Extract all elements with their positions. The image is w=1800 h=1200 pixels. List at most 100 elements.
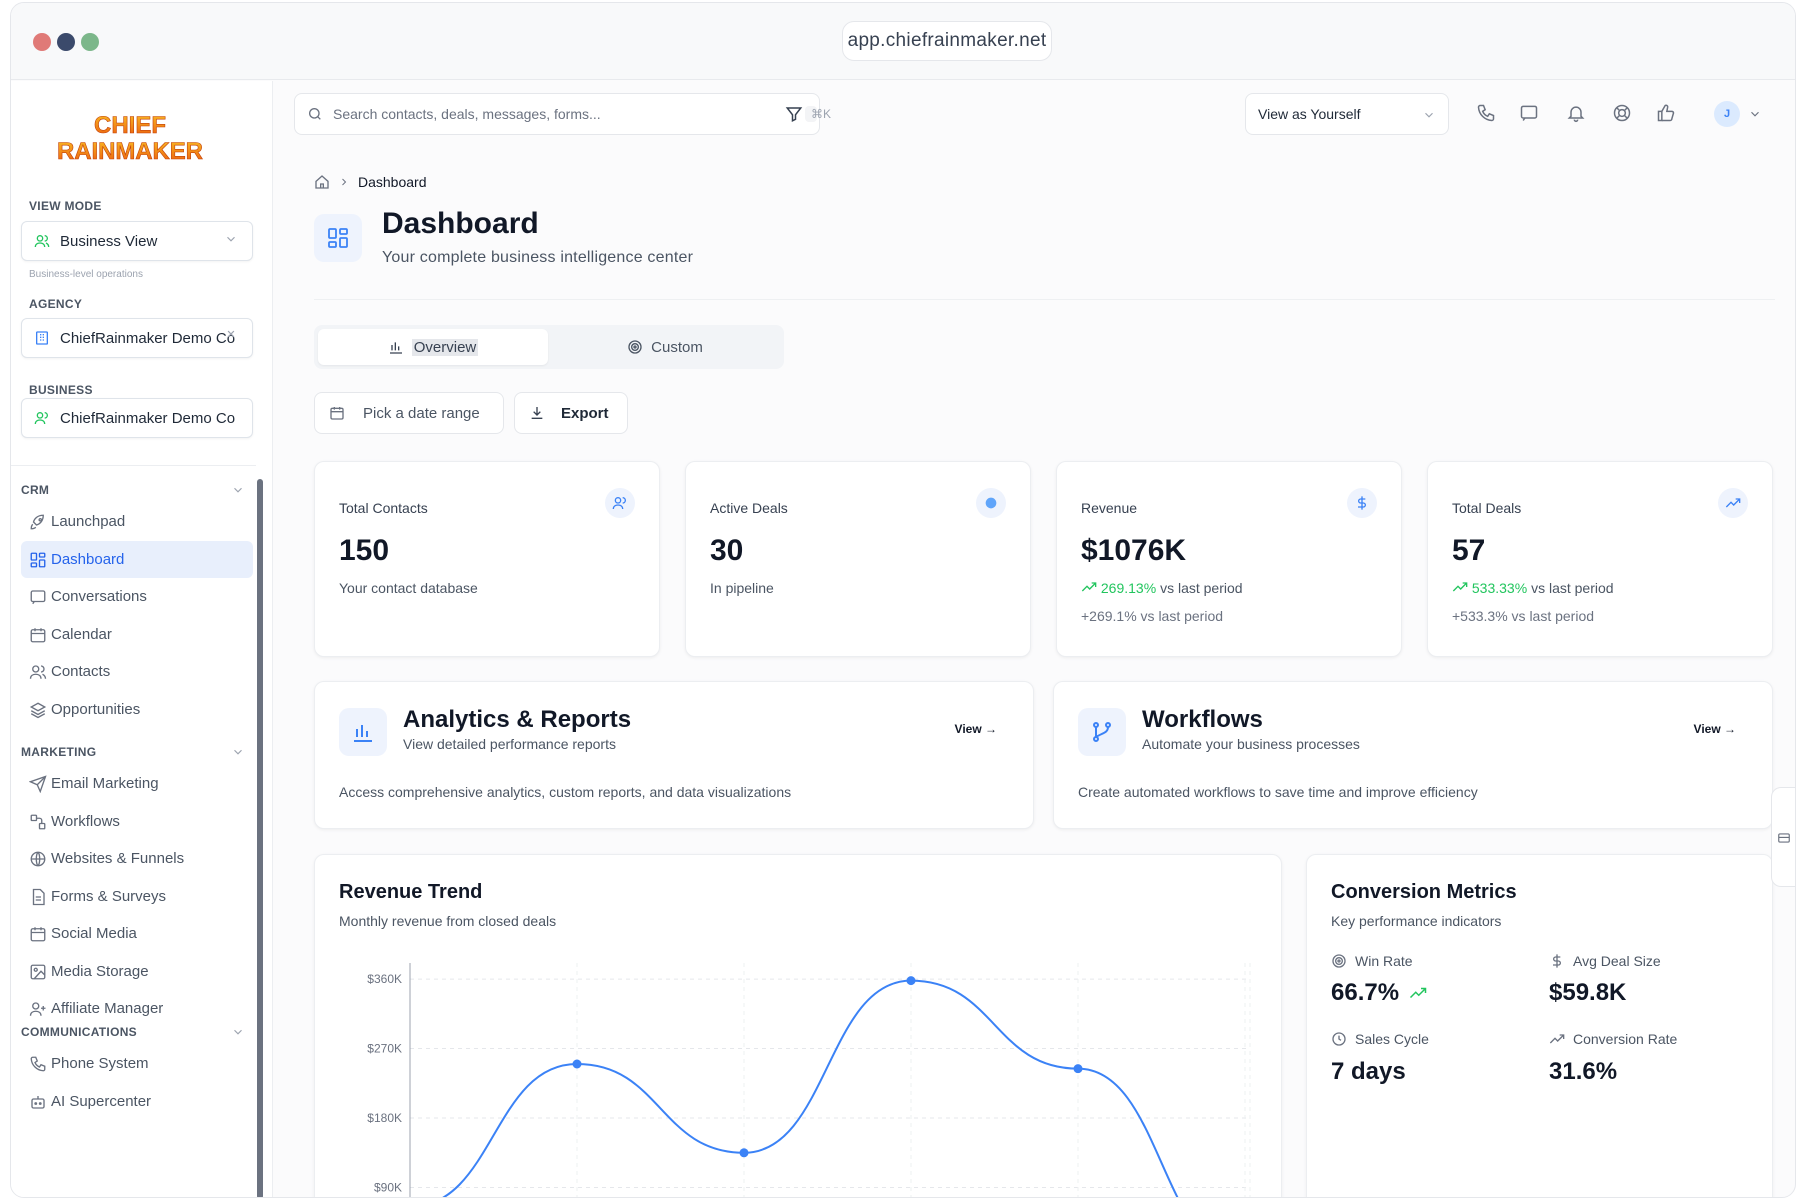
sidebar-item-ai-supercenter[interactable]: AI Supercenter <box>21 1083 253 1121</box>
sidebar-item-websites-funnels[interactable]: Websites & Funnels <box>21 840 253 878</box>
sidebar-item-label: Social Media <box>51 925 137 943</box>
nav-group-title: CRM <box>21 483 50 497</box>
data-point[interactable] <box>906 976 916 986</box>
sidebar-item-phone-system[interactable]: Phone System <box>21 1045 253 1083</box>
filter-icon[interactable] <box>785 105 803 123</box>
chevron-down-icon[interactable] <box>1748 107 1762 121</box>
view-mode-select[interactable]: Business View <box>21 221 253 261</box>
search-input[interactable]: Search contacts, deals, messages, forms.… <box>333 106 601 122</box>
sidebar-item-media-storage[interactable]: Media Storage <box>21 953 253 991</box>
view-analytics-link[interactable]: View → <box>955 722 997 736</box>
view-as-select[interactable]: View as Yourself <box>1245 93 1449 135</box>
bell-icon[interactable] <box>1566 103 1586 123</box>
metric-label-sales-cycle: Sales Cycle <box>1331 1031 1429 1047</box>
sidebar-item-calendar[interactable]: Calendar <box>21 616 253 654</box>
nav-group-header[interactable]: COMMUNICATIONS <box>21 1025 253 1045</box>
minimize-window-dot[interactable] <box>57 33 75 51</box>
layers-icon <box>29 701 47 718</box>
data-point[interactable] <box>1073 1064 1083 1074</box>
metric-value: 66.7% <box>1331 979 1400 1006</box>
panel-icon <box>1778 833 1790 843</box>
date-range-button[interactable]: Pick a date range <box>314 392 504 434</box>
view-workflows-link[interactable]: View → <box>1694 722 1736 736</box>
users-icon <box>34 412 48 425</box>
users-icon <box>34 235 50 248</box>
sidebar-item-label: Contacts <box>51 663 111 681</box>
y-tick-label: $90K <box>374 1181 402 1195</box>
stat-card-revenue[interactable]: Revenue $1076K 269.13% vs last period +2… <box>1056 461 1402 657</box>
data-point[interactable] <box>739 1148 749 1158</box>
building-icon <box>36 331 48 345</box>
tab-label: Overview <box>411 338 479 356</box>
sidebar-item-label: Email Marketing <box>51 775 159 793</box>
tab-overview[interactable]: Overview <box>318 329 548 365</box>
global-search[interactable]: Search contacts, deals, messages, forms.… <box>294 93 831 135</box>
export-label: Export <box>561 404 609 422</box>
help-icon[interactable] <box>1612 103 1632 123</box>
metric-sales-cycle: 7 days <box>1331 1058 1406 1085</box>
search-icon <box>309 108 321 120</box>
stat-card-total-contacts[interactable]: Total Contacts 150 Your contact database <box>314 461 660 657</box>
calendar-icon <box>330 407 344 420</box>
metric-label-win-rate: Win Rate <box>1331 953 1413 969</box>
trending-up-icon <box>1410 987 1427 999</box>
business-select[interactable]: ChiefRainmaker Demo Co <box>21 398 253 438</box>
y-tick-label: $180K <box>367 1111 402 1125</box>
avatar[interactable]: J <box>1714 101 1740 127</box>
trend-text: vs last period <box>1160 580 1243 596</box>
thumbs-up-icon[interactable] <box>1656 103 1676 123</box>
close-window-dot[interactable] <box>33 33 51 51</box>
date-range-label: Pick a date range <box>363 404 480 422</box>
stat-icon <box>1718 488 1748 518</box>
sidebar-item-contacts[interactable]: Contacts <box>21 653 253 691</box>
sidebar-item-affiliate-manager[interactable]: Affiliate Manager <box>21 990 253 1028</box>
feature-subtitle: View detailed performance reports <box>403 736 616 752</box>
data-point[interactable] <box>572 1059 582 1069</box>
side-panel-handle[interactable] <box>1771 787 1795 887</box>
phone-icon[interactable] <box>1476 103 1496 123</box>
sidebar-item-social-media[interactable]: Social Media <box>21 915 253 953</box>
url-bar[interactable]: app.chiefrainmaker.net <box>842 21 1052 61</box>
sidebar-item-opportunities[interactable]: Opportunities <box>21 691 253 729</box>
feature-card-workflows[interactable]: Workflows Automate your business process… <box>1053 681 1773 829</box>
tab-custom[interactable]: Custom <box>550 329 780 365</box>
stat-value: 30 <box>710 534 744 567</box>
sidebar-item-launchpad[interactable]: Launchpad <box>21 503 253 541</box>
chiefrainmaker-logo[interactable]: CHIEF RAINMAKER <box>55 109 205 172</box>
feature-title: Analytics & Reports <box>403 706 632 733</box>
nav-group-header[interactable]: CRM <box>21 483 253 503</box>
stat-subtitle: +533.3% vs last period <box>1452 608 1595 624</box>
bar-chart-icon <box>389 342 402 354</box>
workflow-icon <box>30 814 46 829</box>
revenue-trend-chart: $90K $180K $270K $360K <box>367 963 1251 1197</box>
sidebar-item-forms-surveys[interactable]: Forms & Surveys <box>21 878 253 916</box>
header-divider <box>314 299 1775 300</box>
metric-label: Conversion Rate <box>1573 1031 1678 1047</box>
svg-text:RAINMAKER: RAINMAKER <box>57 138 203 165</box>
nav-group-title: MARKETING <box>21 745 97 759</box>
close-icon[interactable] <box>224 327 238 341</box>
maximize-window-dot[interactable] <box>81 33 99 51</box>
sidebar-item-label: Workflows <box>51 812 120 830</box>
sidebar-divider <box>11 465 256 466</box>
feature-card-analytics[interactable]: Analytics & Reports View detailed perfor… <box>314 681 1034 829</box>
tab-label: Custom <box>651 338 703 356</box>
sidebar-item-email-marketing[interactable]: Email Marketing <box>21 765 253 803</box>
metric-label-avg-deal-size: Avg Deal Size <box>1549 953 1661 969</box>
stat-card-total-deals[interactable]: Total Deals 57 533.33% vs last period +5… <box>1427 461 1773 657</box>
y-tick-label: $270K <box>367 1042 402 1056</box>
agency-select[interactable]: ChiefRainmaker Demo Co <box>21 318 253 358</box>
sidebar-item-conversations[interactable]: Conversations <box>21 578 253 616</box>
page-icon <box>314 214 362 262</box>
sidebar-item-workflows[interactable]: Workflows <box>21 803 253 841</box>
sidebar-item-dashboard[interactable]: Dashboard <box>21 540 253 578</box>
metric-win-rate: 66.7% <box>1331 979 1427 1007</box>
sidebar-scrollbar[interactable] <box>257 479 263 1197</box>
grid-icon <box>328 228 348 248</box>
home-icon[interactable] <box>314 174 330 190</box>
trend-text: vs last period <box>1531 580 1614 596</box>
message-icon[interactable] <box>1519 103 1539 123</box>
nav-group-header[interactable]: MARKETING <box>21 745 253 765</box>
stat-card-active-deals[interactable]: Active Deals 30 In pipeline <box>685 461 1031 657</box>
export-button[interactable]: Export <box>514 392 628 434</box>
